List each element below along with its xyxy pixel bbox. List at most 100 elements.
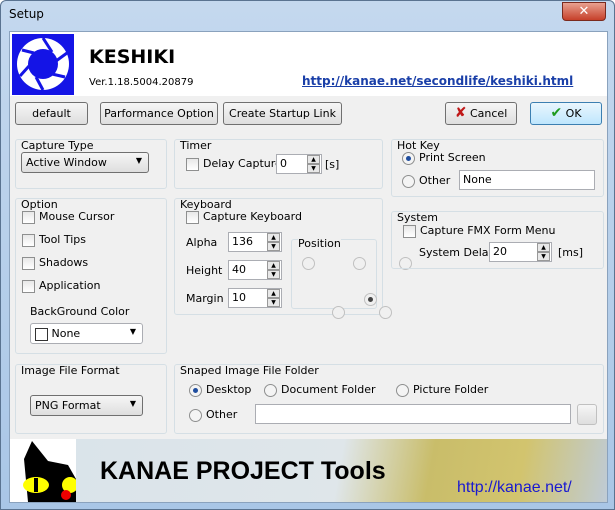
header: KESHIKI Ver.1.18.5004.20879 http://kanae… — [10, 32, 607, 96]
homepage-link[interactable]: http://kanae.net/secondlife/keshiki.html — [302, 74, 573, 88]
system-delay-input[interactable]: 20 ▲ ▼ — [489, 242, 552, 262]
print-screen-radio[interactable]: Print Screen — [402, 151, 486, 165]
image-format-group: Image File Format PNG Format ▼ — [15, 364, 167, 434]
document-folder-radio[interactable]: Document Folder — [264, 383, 375, 397]
alpha-label: Alpha — [186, 236, 218, 249]
system-group: System Capture FMX Form Menu System Dela… — [391, 211, 604, 269]
default-button[interactable]: default — [15, 102, 88, 125]
keyboard-group: Keyboard Capture Keyboard Alpha 136 ▲ ▼ He… — [174, 198, 412, 319]
system-delay-label: System Delay — [419, 246, 496, 259]
capture-keyboard-label: Capture Keyboard — [203, 210, 302, 223]
version-label: Ver.1.18.5004.20879 — [89, 77, 194, 88]
delay-capture-checkbox[interactable]: Delay Capture — [186, 157, 282, 171]
color-swatch — [35, 327, 48, 341]
shadows-checkbox[interactable]: Shadows — [22, 256, 88, 270]
folder-path-input[interactable] — [255, 404, 571, 424]
check-icon: ✔ — [550, 105, 563, 121]
hotkey-value: None — [463, 173, 492, 186]
margin-spinner[interactable]: ▲ ▼ — [267, 289, 280, 307]
banner: KANAE PROJECT Tools http://kanae.net/ — [10, 439, 607, 502]
folder-label: Snaped Image File Folder — [180, 364, 319, 377]
cancel-button[interactable]: ✘ Cancel — [445, 102, 517, 125]
height-value: 40 — [232, 263, 246, 276]
capture-type-label: Capture Type — [21, 139, 94, 152]
print-screen-label: Print Screen — [419, 151, 486, 164]
margin-value: 10 — [232, 291, 246, 304]
image-format-label: Image File Format — [21, 364, 120, 377]
other-hotkey-label: Other — [419, 174, 451, 187]
background-color-value: None — [51, 327, 81, 340]
hotkey-group: Hot Key Print Screen Other None — [391, 139, 604, 197]
performance-option-button[interactable]: Parformance Option — [100, 102, 218, 125]
banner-link[interactable]: http://kanae.net/ — [457, 479, 572, 497]
delay-value: 0 — [280, 157, 287, 170]
capture-fmx-label: Capture FMX Form Menu — [420, 224, 556, 237]
browse-folder-button[interactable] — [577, 404, 597, 425]
system-delay-unit: [ms] — [558, 246, 584, 259]
ok-label: OK — [565, 107, 582, 120]
delay-capture-label: Delay Capture — [203, 157, 282, 170]
capture-type-select[interactable]: Active Window ▼ — [21, 152, 149, 173]
capture-type-value: Active Window — [26, 156, 107, 169]
cat-mascot-icon — [10, 439, 78, 502]
application-label: Application — [39, 279, 101, 292]
banner-title: KANAE PROJECT Tools — [100, 457, 386, 485]
delay-input[interactable]: 0 ▲ ▼ — [276, 154, 322, 174]
timer-label: Timer — [180, 139, 212, 152]
alpha-value: 136 — [232, 235, 253, 248]
chevron-down-icon: ▼ — [135, 156, 142, 165]
delay-spinner[interactable]: ▲ ▼ — [307, 155, 320, 173]
other-hotkey-radio[interactable]: Other — [402, 174, 450, 188]
margin-label: Margin — [186, 292, 224, 305]
shadows-label: Shadows — [39, 256, 89, 269]
height-spinner[interactable]: ▲ ▼ — [267, 261, 280, 279]
height-label: Height — [186, 264, 223, 277]
document-folder-label: Document Folder — [281, 383, 376, 396]
capture-keyboard-checkbox[interactable]: Capture Keyboard — [186, 210, 302, 224]
option-group: Option Mouse Cursor Tool Tips Shadows Ap… — [15, 198, 167, 354]
image-format-select[interactable]: PNG Format ▼ — [30, 395, 143, 416]
capture-type-group: Capture Type Active Window ▼ — [15, 139, 167, 189]
margin-input[interactable]: 10 ▲ ▼ — [228, 288, 282, 308]
folder-group: Snaped Image File Folder Desktop Documen… — [174, 364, 604, 434]
application-checkbox[interactable]: Application — [22, 279, 100, 293]
alpha-spinner[interactable]: ▲ ▼ — [267, 233, 280, 251]
desktop-label: Desktop — [206, 383, 252, 396]
position-bottom-left[interactable] — [363, 292, 377, 306]
app-name: KESHIKI — [89, 46, 176, 68]
height-input[interactable]: 40 ▲ ▼ — [228, 260, 282, 280]
mouse-cursor-label: Mouse Cursor — [39, 210, 115, 223]
background-color-select[interactable]: None ▼ — [30, 323, 143, 344]
picture-folder-radio[interactable]: Picture Folder — [396, 383, 488, 397]
ok-button[interactable]: ✔ OK — [530, 102, 602, 125]
close-button[interactable]: ✕ — [562, 2, 606, 21]
tool-tips-label: Tool Tips — [39, 233, 87, 246]
background-color-label: BackGround Color — [30, 305, 130, 318]
aperture-logo-icon — [12, 34, 74, 95]
image-format-value: PNG Format — [35, 399, 101, 412]
mouse-cursor-checkbox[interactable]: Mouse Cursor — [22, 210, 114, 224]
position-top-center[interactable] — [352, 256, 366, 270]
timer-group: Timer Delay Capture 0 ▲ ▼ [s] — [174, 139, 383, 189]
position-group: Position — [291, 237, 412, 319]
x-icon: ✘ — [454, 105, 467, 121]
hotkey-input[interactable]: None — [459, 170, 595, 190]
alpha-input[interactable]: 136 ▲ ▼ — [228, 232, 282, 252]
window-title: Setup — [9, 7, 44, 21]
system-delay-value: 20 — [493, 245, 507, 258]
delay-unit: [s] — [325, 158, 340, 171]
capture-fmx-checkbox[interactable]: Capture FMX Form Menu — [403, 224, 556, 238]
other-folder-label: Other — [206, 408, 238, 421]
create-startup-link-button[interactable]: Create Startup Link — [223, 102, 342, 125]
position-label: Position — [298, 237, 341, 250]
position-bottom-center[interactable] — [332, 306, 345, 319]
picture-folder-label: Picture Folder — [413, 383, 489, 396]
tool-tips-checkbox[interactable]: Tool Tips — [22, 233, 86, 247]
system-label: System — [397, 211, 439, 224]
desktop-radio[interactable]: Desktop — [189, 383, 251, 397]
other-folder-radio[interactable]: Other — [189, 408, 237, 422]
setup-window: Setup ✕ KESHIKI Ver.1.18.5004.20879 http… — [0, 0, 615, 510]
position-bottom-right[interactable] — [378, 306, 392, 319]
position-top-left[interactable] — [302, 256, 315, 270]
system-delay-spinner[interactable]: ▲ ▼ — [537, 243, 550, 261]
